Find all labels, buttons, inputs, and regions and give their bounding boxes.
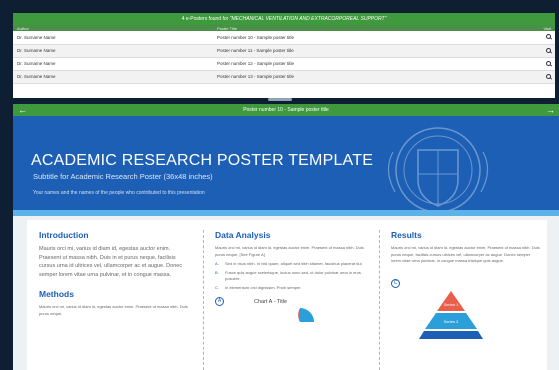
- chart-title: Chart A - Title: [254, 298, 288, 305]
- row-title[interactable]: Poster number 11 - Sample poster title: [213, 44, 533, 58]
- pyramid-chart: Series 1 Series 2: [419, 290, 483, 339]
- figure-marker-a: A: [215, 297, 224, 306]
- table-row[interactable]: Dr. Surname Name Poster number 11 - Samp…: [13, 44, 555, 58]
- poster-viewer: ← Poster number 10 - Sample poster title…: [13, 104, 559, 370]
- table-row[interactable]: Dr. Surname Name Poster number 13 - Samp…: [13, 70, 555, 84]
- row-author: Dr. Surname Name: [13, 31, 213, 45]
- header-stripe: [13, 210, 559, 216]
- methods-heading: Methods: [39, 289, 74, 299]
- results-text: Mauris orci mi, varius id diam id, egest…: [391, 245, 540, 263]
- methods-text: Mauris orci mi, varius id diam id, egest…: [39, 304, 188, 316]
- results-count: 4 e-Posters found for: [181, 16, 229, 22]
- row-title[interactable]: Poster number 10 - Sample poster title: [213, 31, 533, 45]
- viewer-title: Poster number 10 - Sample poster title: [243, 107, 329, 113]
- table-row[interactable]: Dr. Surname Name Poster number 12 - Samp…: [13, 57, 555, 71]
- pie-chart-preview: [298, 308, 314, 322]
- row-author: Dr. Surname Name: [13, 57, 213, 71]
- results-query: "MECHANICAL VENTILATION AND EXTRACORPORE…: [229, 16, 387, 22]
- column-introduction: Introduction Mauris orci mi, varius id d…: [39, 230, 189, 317]
- intro-text: Mauris orci mi, varius id diam id, egest…: [39, 246, 183, 278]
- results-heading: Results: [391, 230, 422, 240]
- row-author: Dr. Surname Name: [13, 70, 213, 84]
- table-row[interactable]: Dr. Surname Name Poster number 10 - Samp…: [13, 31, 555, 45]
- search-icon[interactable]: [546, 73, 551, 79]
- resize-handle[interactable]: [268, 98, 292, 101]
- row-author: Dr. Surname Name: [13, 44, 213, 58]
- column-divider: [203, 230, 204, 370]
- row-title[interactable]: Poster number 13 - Sample poster title: [213, 70, 533, 84]
- data-text: Mauris orci mi, varius id diam id, egest…: [215, 245, 364, 257]
- viewer-title-bar: ← Poster number 10 - Sample poster title…: [13, 104, 559, 116]
- intro-heading: Introduction: [39, 230, 89, 240]
- results-header: 4 e-Posters found for "MECHANICAL VENTIL…: [13, 13, 555, 25]
- list-item: B. Fusce quis augue scelerisque, luctus n…: [215, 270, 361, 281]
- row-title[interactable]: Poster number 12 - Sample poster title: [213, 57, 533, 71]
- poster-subtitle: Subtitle for Academic Research Poster (3…: [33, 172, 213, 181]
- poster-body: Introduction Mauris orci mi, varius id d…: [27, 220, 547, 370]
- column-data-analysis: Data Analysis Mauris orci mi, varius id …: [215, 230, 365, 327]
- poster-authors: Your names and the names of the people w…: [33, 190, 205, 196]
- list-item: C. In elementum orci dignissim. Proin sem…: [215, 285, 302, 290]
- search-icon[interactable]: [546, 60, 551, 66]
- search-icon[interactable]: [546, 47, 551, 53]
- search-results-panel: 4 e-Posters found for "MECHANICAL VENTIL…: [13, 13, 555, 98]
- figure-marker-c: C: [391, 278, 400, 288]
- data-heading: Data Analysis: [215, 230, 271, 240]
- column-divider: [379, 230, 380, 370]
- results-table: Author Poster Title Visit Dr. Surname Na…: [13, 25, 555, 84]
- poster-header: ACADEMIC RESEARCH POSTER TEMPLATE Subtit…: [13, 116, 559, 216]
- previous-arrow-icon[interactable]: ←: [18, 104, 27, 116]
- next-arrow-icon[interactable]: →: [546, 104, 555, 116]
- column-results: Results Mauris orci mi, varius id diam i…: [391, 230, 541, 344]
- poster-title: ACADEMIC RESEARCH POSTER TEMPLATE: [31, 152, 374, 169]
- search-icon[interactable]: [546, 34, 551, 40]
- list-item: A. Sed in risus nibh. In nisl quam, aliqu…: [215, 261, 363, 266]
- crest-logo: [387, 127, 489, 213]
- pyramid-label: Series 1: [444, 302, 459, 307]
- pyramid-label: Series 2: [444, 319, 459, 324]
